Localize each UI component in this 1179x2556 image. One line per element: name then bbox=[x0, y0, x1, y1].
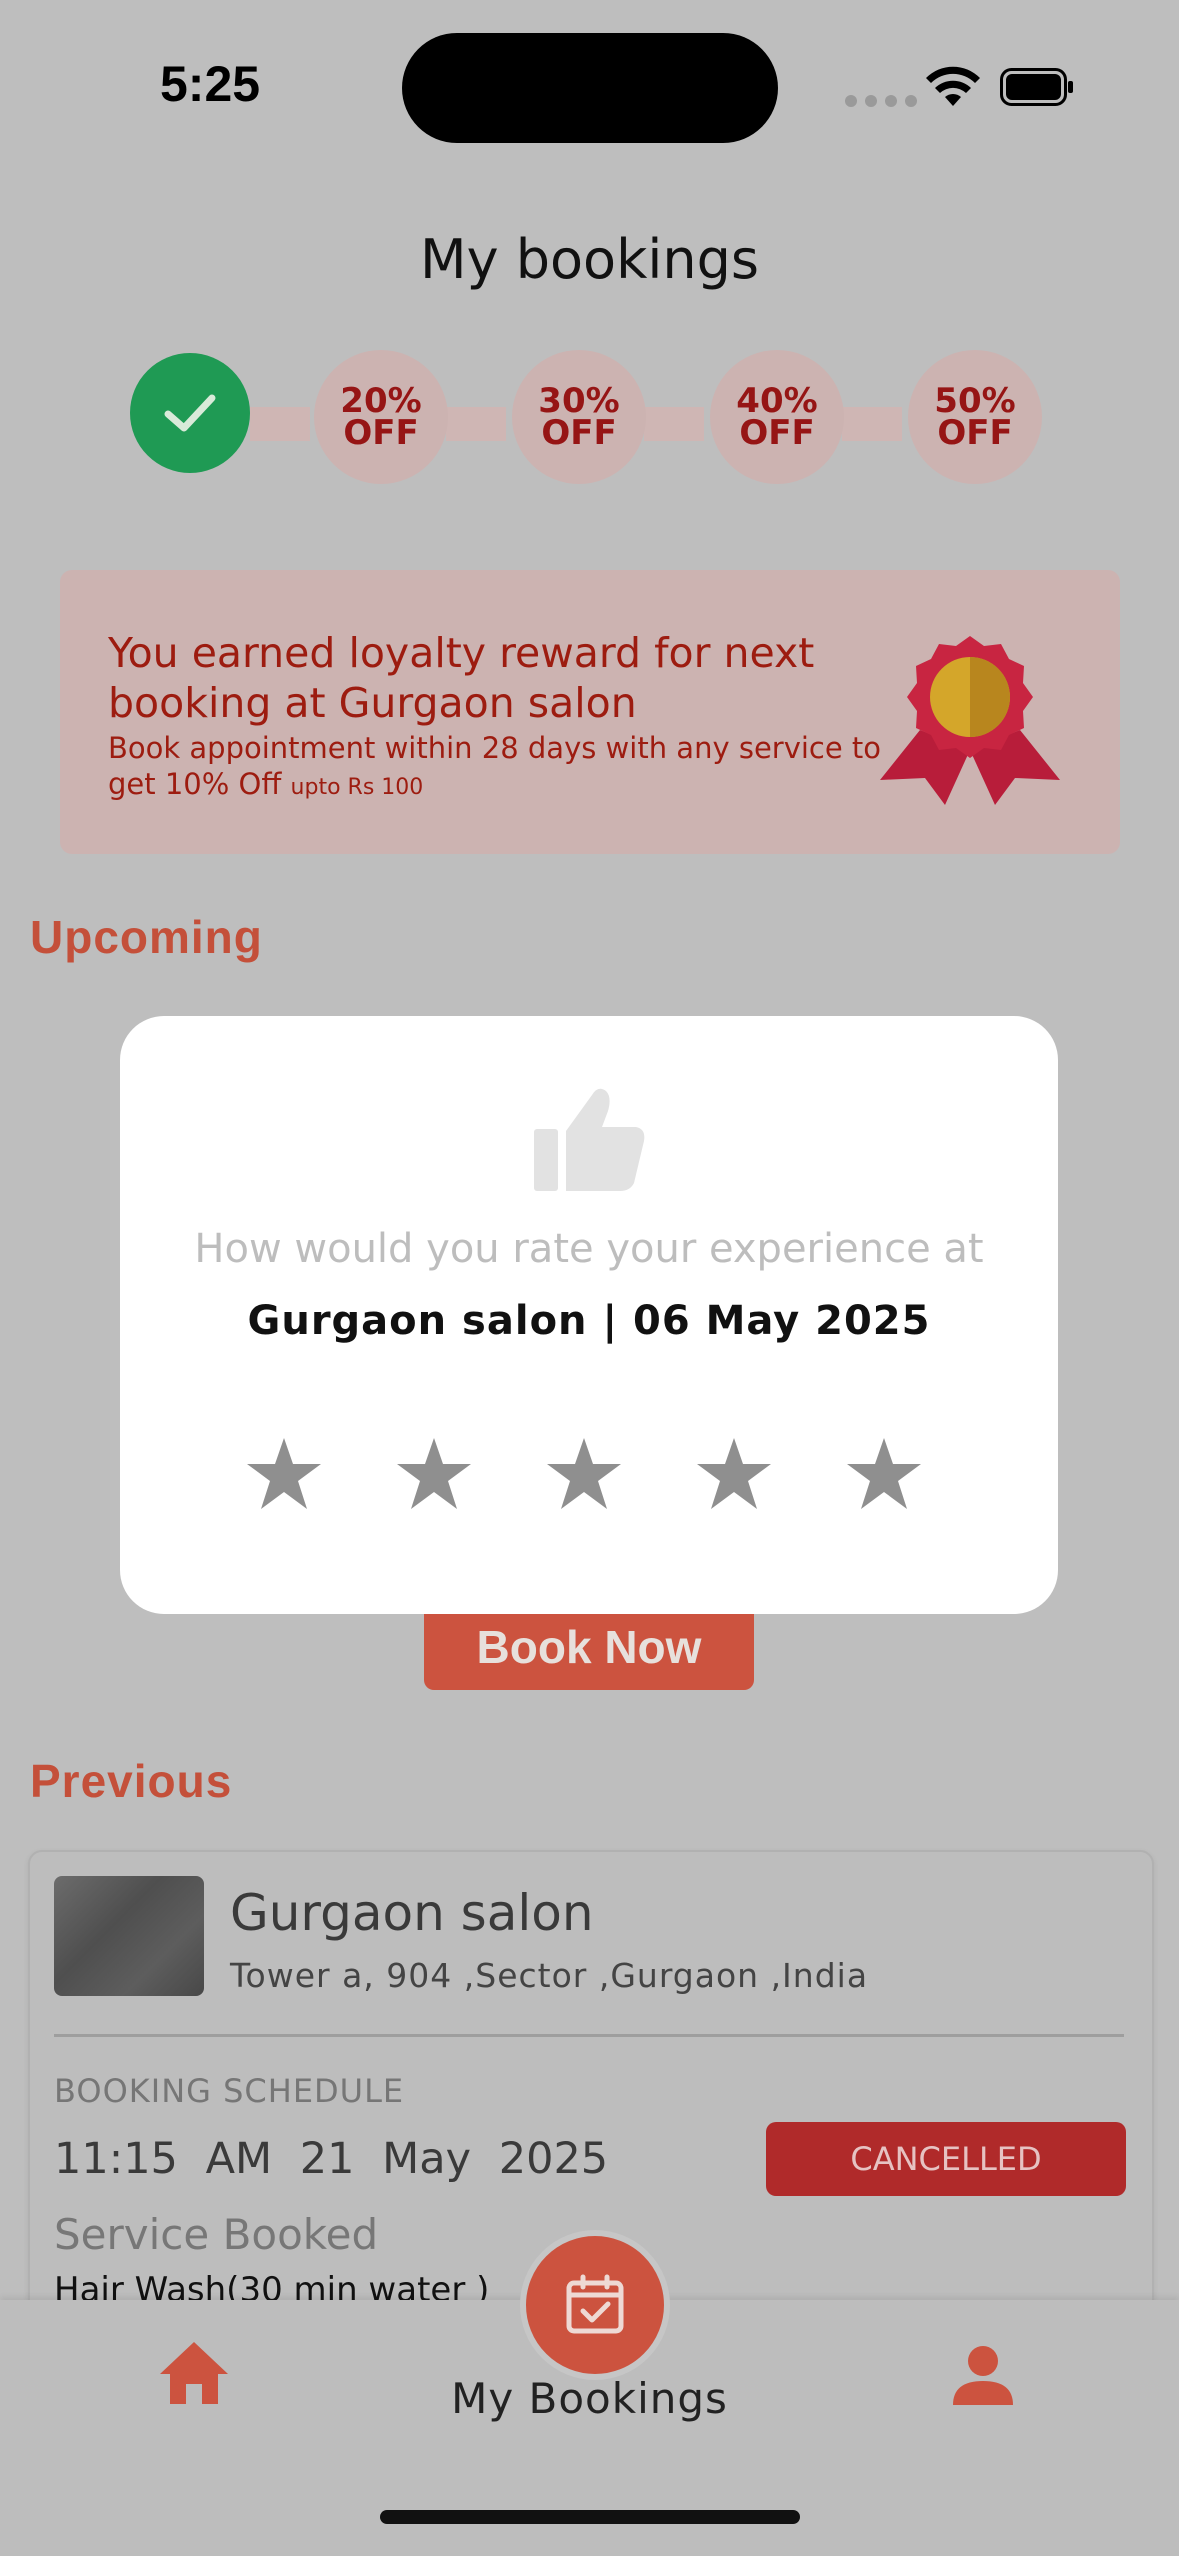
loyalty-step-completed bbox=[130, 353, 250, 473]
track-connector bbox=[250, 407, 310, 441]
wifi-icon bbox=[926, 66, 980, 106]
upcoming-heading: Upcoming bbox=[30, 911, 263, 963]
reward-subtitle-text: Book appointment within 28 days with any… bbox=[108, 731, 882, 801]
check-icon bbox=[164, 394, 216, 432]
rating-venue-date: Gurgaon salon | 06 May 2025 bbox=[247, 1298, 931, 1344]
loyalty-reward-card: You earned loyalty reward for next booki… bbox=[60, 570, 1120, 854]
track-connector bbox=[842, 407, 902, 441]
booking-datetime: 11:15 AM 21 May 2025 bbox=[54, 2134, 608, 2184]
loyalty-step-40: 40% OFF bbox=[710, 350, 844, 484]
home-indicator bbox=[380, 2510, 800, 2524]
step-off: OFF bbox=[937, 413, 1013, 453]
booking-time: 11:15 AM bbox=[54, 2134, 273, 2184]
calendar-check-icon bbox=[566, 2274, 624, 2334]
salon-address: Tower a, 904 ,Sector ,Gurgaon ,India bbox=[230, 1956, 869, 1995]
previous-heading: Previous bbox=[30, 1755, 233, 1807]
star-rating bbox=[245, 1436, 923, 1512]
step-off: OFF bbox=[343, 413, 419, 453]
reward-subtitle: Book appointment within 28 days with any… bbox=[108, 730, 888, 806]
loyalty-step-50: 50% OFF bbox=[908, 350, 1042, 484]
star-1-icon[interactable] bbox=[245, 1436, 323, 1512]
star-3-icon[interactable] bbox=[545, 1436, 623, 1512]
cellular-signal-icon bbox=[845, 95, 917, 107]
salon-name: Gurgaon salon bbox=[230, 1884, 594, 1942]
reward-cap-text: upto Rs 100 bbox=[290, 775, 424, 800]
track-connector bbox=[644, 407, 704, 441]
my-bookings-button[interactable] bbox=[520, 2230, 670, 2380]
star-5-icon[interactable] bbox=[845, 1436, 923, 1512]
salon-thumbnail bbox=[54, 1876, 204, 1996]
loyalty-step-20: 20% OFF bbox=[314, 350, 448, 484]
status-time: 5:25 bbox=[160, 56, 261, 112]
rating-question: How would you rate your experience at bbox=[194, 1226, 984, 1272]
star-4-icon[interactable] bbox=[695, 1436, 773, 1512]
book-now-button[interactable]: Book Now bbox=[424, 1610, 754, 1690]
booking-schedule-label: BOOKING SCHEDULE bbox=[54, 2072, 405, 2110]
page-title: My bookings bbox=[420, 228, 759, 291]
rating-dialog: How would you rate your experience at Gu… bbox=[120, 1016, 1058, 1614]
track-connector bbox=[446, 407, 506, 441]
dynamic-island bbox=[402, 33, 778, 143]
step-off: OFF bbox=[541, 413, 617, 453]
divider bbox=[54, 2034, 1124, 2037]
reward-title: You earned loyalty reward for next booki… bbox=[108, 629, 815, 727]
reward-ribbon-icon bbox=[880, 636, 1060, 805]
service-booked-label: Service Booked bbox=[54, 2210, 379, 2259]
status-badge: CANCELLED bbox=[766, 2122, 1126, 2196]
battery-icon bbox=[1000, 68, 1073, 106]
profile-icon[interactable] bbox=[950, 2345, 1016, 2407]
booking-date: 21 May 2025 bbox=[299, 2134, 609, 2184]
loyalty-step-30: 30% OFF bbox=[512, 350, 646, 484]
thumbs-up-icon bbox=[534, 1088, 645, 1191]
step-off: OFF bbox=[739, 413, 815, 453]
star-2-icon[interactable] bbox=[395, 1436, 473, 1512]
loyalty-progress-track: 20% OFF 30% OFF 40% OFF 50% OFF bbox=[130, 350, 1050, 484]
